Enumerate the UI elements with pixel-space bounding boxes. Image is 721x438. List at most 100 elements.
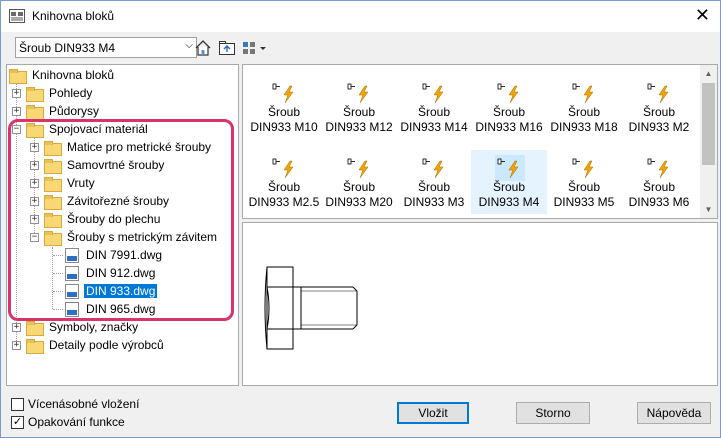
block-item-line2: DIN933 M3 [403, 195, 465, 209]
collapse-icon[interactable]: − [30, 232, 39, 242]
multi-insert-option[interactable]: Vícenásobné vložení [11, 397, 139, 411]
tree-item-detaily[interactable]: + Detaily podle výrobců [12, 336, 166, 354]
multi-insert-checkbox[interactable] [11, 397, 24, 411]
app-icon [9, 9, 25, 23]
view-options-icon[interactable] [241, 38, 269, 58]
close-icon[interactable]: ✕ [695, 5, 710, 25]
tree-item-label: DIN 912.dwg [86, 266, 156, 280]
block-item[interactable]: Šroub DIN933 M10 [246, 75, 322, 139]
folder-tree[interactable]: Knihovna bloků + Pohledy + Půdorysy − Sp… [6, 64, 239, 386]
tree-item-label: Spojovací materiál [49, 122, 148, 136]
repeat-label: Opakování funkce [28, 415, 125, 429]
block-grid[interactable]: Šroub DIN933 M10 Šroub DIN933 M12 Šroub DIN93… [242, 64, 718, 219]
expand-icon[interactable]: + [30, 178, 39, 188]
tree-item-symboly[interactable]: + Symboly, značky [12, 318, 140, 336]
collapse-icon[interactable]: − [12, 124, 21, 134]
folder-open-icon [44, 230, 62, 246]
tree-item-vruty[interactable]: + Vruty [30, 174, 97, 192]
tree-item-label: Symboly, značky [49, 320, 139, 334]
block-item-line2: DIN933 M2 [628, 120, 690, 134]
scroll-thumb[interactable] [702, 83, 715, 165]
multi-insert-label: Vícenásobné vložení [28, 397, 140, 411]
bolt-block-icon [572, 83, 594, 104]
bolt-block-icon [272, 83, 294, 104]
block-item[interactable]: Šroub DIN933 M6 [621, 150, 697, 214]
block-item[interactable]: Šroub DIN933 M4 [471, 150, 547, 214]
tree-item-samovrtne[interactable]: + Samovrtné šrouby [30, 156, 166, 174]
block-item[interactable]: Šroub DIN933 M18 [546, 75, 622, 139]
expand-icon[interactable]: + [30, 214, 39, 224]
insert-button[interactable]: Vložit [397, 402, 469, 424]
block-item[interactable]: Šroub DIN933 M20 [321, 150, 397, 214]
tree-item-din933[interactable]: DIN 933.dwg [65, 282, 159, 300]
tree-item-srouby-do-plechu[interactable]: + Šrouby do plechu [30, 210, 162, 228]
block-item-line2: DIN933 M20 [325, 195, 393, 209]
expand-icon[interactable]: + [12, 88, 21, 98]
tree-item-din7991[interactable]: DIN 7991.dwg [65, 246, 164, 264]
tree-item-pudorysy[interactable]: + Půdorysy [12, 102, 101, 120]
block-item[interactable]: Šroub DIN933 M2 [621, 75, 697, 139]
block-item-line2: DIN933 M14 [400, 120, 468, 134]
expand-icon[interactable]: + [12, 322, 21, 332]
block-item-line1: Šroub [492, 180, 526, 194]
expand-icon[interactable]: + [30, 196, 39, 206]
tree-item-din965[interactable]: DIN 965.dwg [65, 300, 157, 318]
folder-icon [44, 140, 62, 156]
tree-item-label: Pohledy [49, 86, 93, 100]
tree-item-root[interactable]: Knihovna bloků [9, 66, 116, 84]
bolt-block-icon [572, 158, 594, 179]
block-item-line1: Šroub [567, 105, 601, 119]
expand-icon[interactable]: + [30, 142, 39, 152]
block-item[interactable]: Šroub DIN933 M14 [396, 75, 472, 139]
dwg-file-icon [65, 283, 79, 299]
cancel-button[interactable]: Storno [516, 402, 590, 424]
folder-icon [26, 320, 44, 336]
block-item[interactable]: Šroub DIN933 M5 [546, 150, 622, 214]
block-item[interactable]: Šroub DIN933 M3 [396, 150, 472, 214]
repeat-checkbox[interactable]: ✓ [11, 415, 24, 429]
bolt-block-icon [647, 158, 669, 179]
tree-connector [53, 309, 63, 310]
bolt-block-icon [647, 83, 669, 104]
tree-item-matice[interactable]: + Matice pro metrické šrouby [30, 138, 213, 156]
folder-icon [44, 176, 62, 192]
block-item[interactable]: Šroub DIN933 M2.5 [246, 150, 322, 214]
block-item-line1: Šroub [492, 105, 526, 119]
tree-item-srouby-metricke[interactable]: − Šrouby s metrickým závitem [30, 228, 219, 246]
tree-item-label: DIN 965.dwg [86, 302, 156, 316]
repeat-option[interactable]: ✓ Opakování funkce [11, 415, 125, 429]
expand-icon[interactable]: + [30, 160, 39, 170]
block-item-line1: Šroub [567, 180, 601, 194]
tree-item-zavitorezne[interactable]: + Závitořezné šrouby [30, 192, 171, 210]
bolt-block-icon [347, 83, 369, 104]
tree-item-pohledy[interactable]: + Pohledy [12, 84, 94, 102]
window-title: Knihovna bloků [32, 9, 115, 23]
tree-item-spojovaci-material[interactable]: − Spojovací materiál [12, 120, 150, 138]
block-item[interactable]: Šroub DIN933 M16 [471, 75, 547, 139]
tree-item-label: Matice pro metrické šrouby [67, 140, 212, 154]
expand-icon[interactable]: + [12, 340, 21, 350]
folder-icon [26, 86, 44, 102]
block-select-combo[interactable]: Šroub DIN933 M4 ⌵ [15, 37, 197, 58]
tree-item-label: Závitořezné šrouby [67, 194, 170, 208]
block-preview [242, 222, 718, 386]
bolt-block-icon [495, 155, 525, 181]
bolt-block-icon [497, 83, 519, 104]
tree-item-din912[interactable]: DIN 912.dwg [65, 264, 157, 282]
bolt-block-icon [272, 158, 294, 179]
vertical-scrollbar[interactable]: ▲ ▼ [700, 65, 717, 218]
scroll-down-icon[interactable]: ▼ [700, 201, 717, 218]
folder-up-icon[interactable] [217, 38, 237, 58]
tree-item-label: Půdorysy [49, 104, 100, 118]
home-icon[interactable] [193, 38, 213, 58]
bolt-preview-drawing [264, 266, 358, 350]
expand-icon[interactable]: + [12, 106, 21, 116]
block-item[interactable]: Šroub DIN933 M12 [321, 75, 397, 139]
toolbar: Šroub DIN933 M4 ⌵ [9, 36, 712, 60]
tree-item-label: DIN 7991.dwg [86, 248, 163, 262]
block-item-line2: DIN933 M2.5 [248, 195, 320, 209]
scroll-up-icon[interactable]: ▲ [700, 65, 717, 82]
help-button[interactable]: Nápověda [637, 402, 711, 424]
block-item-line2: DIN933 M6 [628, 195, 690, 209]
tree-item-label: Samovrtné šrouby [67, 158, 165, 172]
